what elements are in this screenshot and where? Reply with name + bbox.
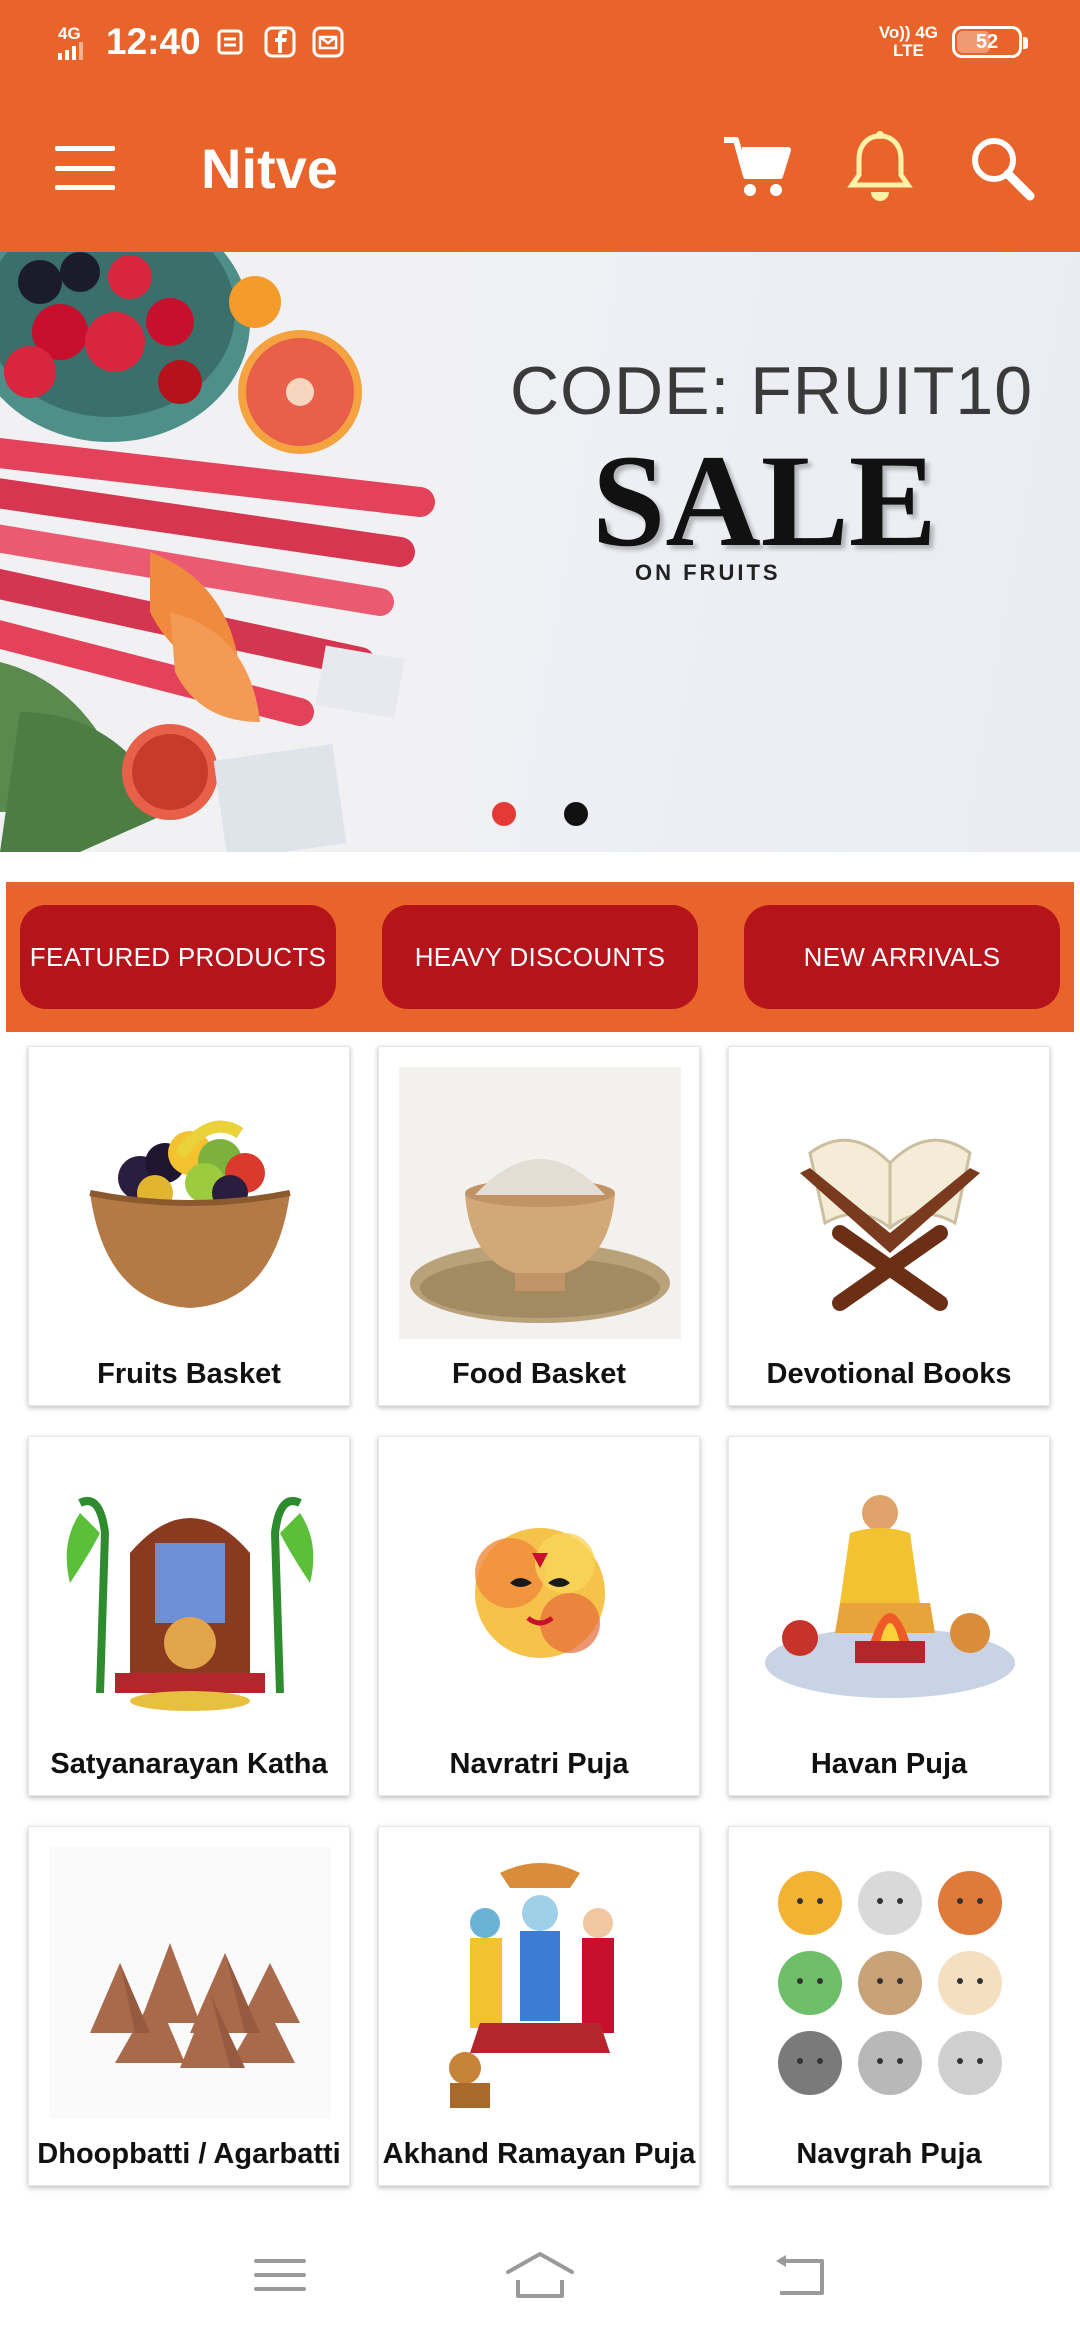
cart-icon[interactable] <box>720 130 796 206</box>
category-card-navratri-puja[interactable]: Navratri Puja <box>378 1436 700 1796</box>
battery-indicator: 52 <box>952 26 1028 58</box>
category-label: Navgrah Puja <box>796 2138 982 2170</box>
volte-indicator: Vo)) 4G LTE <box>879 24 938 60</box>
fruits-vegetables-image <box>0 252 470 852</box>
dhoop-cones-image <box>90 1943 300 2068</box>
hamburger-menu-icon[interactable] <box>55 146 115 190</box>
featured-products-button[interactable]: FEATURED PRODUCTS <box>20 905 336 1009</box>
durga-face-image <box>475 1528 605 1658</box>
category-card-fruits-basket[interactable]: Fruits Basket <box>28 1046 350 1406</box>
category-label: Fruits Basket <box>97 1358 281 1390</box>
flour-bowl-image <box>410 1159 670 1323</box>
carousel-dot[interactable] <box>564 802 588 826</box>
category-card-navgrah-puja[interactable]: Navgrah Puja <box>728 1826 1050 2186</box>
category-label: Devotional Books <box>766 1358 1012 1390</box>
puja-altar-image <box>66 1497 314 1711</box>
new-arrivals-button[interactable]: NEW ARRIVALS <box>744 905 1060 1009</box>
mail-app-icon <box>312 26 344 58</box>
back-icon[interactable] <box>760 2245 840 2305</box>
category-card-food-basket[interactable]: Food Basket <box>378 1046 700 1406</box>
clock: 12:40 <box>106 21 201 62</box>
category-card-devotional-books[interactable]: Devotional Books <box>728 1046 1050 1406</box>
category-card-havan-puja[interactable]: Havan Puja <box>728 1436 1050 1796</box>
signal-indicator: 4G <box>58 25 88 60</box>
status-bar: 4G 12:40 Vo)) 4G LTE 52 <box>0 0 1080 84</box>
data-saver-icon <box>217 29 243 55</box>
home-icon[interactable] <box>500 2245 580 2305</box>
app-bar: Nitve <box>0 84 1080 252</box>
app-title: Nitve <box>201 136 338 200</box>
facebook-icon <box>264 26 296 58</box>
recent-apps-icon[interactable] <box>240 2245 320 2305</box>
carousel-dot[interactable] <box>492 802 516 826</box>
navgrah-planets-image <box>778 1871 1002 2095</box>
notification-bell-icon[interactable] <box>842 130 918 206</box>
promo-subline: ON FRUITS <box>635 560 781 585</box>
network-type: 4G <box>58 23 81 43</box>
promo-headline: SALE <box>592 427 937 574</box>
promo-banner[interactable]: CODE: FRUIT10 SALE ON FRUITS <box>0 252 1080 852</box>
fruit-basket-image <box>89 1120 291 1308</box>
category-label: Dhoopbatti / Agarbatti <box>37 2138 341 2170</box>
category-card-satyanarayan-katha[interactable]: Satyanarayan Katha <box>28 1436 350 1796</box>
lte-label: LTE <box>892 41 924 60</box>
book-stand-image <box>800 1138 980 1311</box>
filter-bar: FEATURED PRODUCTS HEAVY DISCOUNTS NEW AR… <box>6 882 1074 1032</box>
category-label: Havan Puja <box>810 1748 968 1780</box>
search-icon[interactable] <box>964 130 1040 206</box>
ramayan-deities-image <box>449 1863 614 2108</box>
signal-bars-icon <box>58 41 83 60</box>
category-card-akhand-ramayan-puja[interactable]: Akhand Ramayan Puja <box>378 1826 700 2186</box>
category-label: Navratri Puja <box>449 1748 629 1780</box>
battery-percent: 52 <box>975 30 999 53</box>
havan-fire-image <box>765 1495 1015 1698</box>
carousel-indicator <box>0 802 1080 826</box>
volte-label: Vo)) 4G <box>878 23 938 42</box>
category-label: Satyanarayan Katha <box>50 1748 328 1780</box>
category-label: Akhand Ramayan Puja <box>382 2138 696 2170</box>
promo-code: CODE: FRUIT10 <box>510 353 1034 429</box>
system-navigation-bar <box>0 2210 1080 2340</box>
category-label: Food Basket <box>451 1358 627 1390</box>
category-grid: Fruits Basket Food Basket Devotional Boo <box>28 1046 1054 2186</box>
category-card-dhoopbatti[interactable]: Dhoopbatti / Agarbatti <box>28 1826 350 2186</box>
heavy-discounts-button[interactable]: HEAVY DISCOUNTS <box>382 905 698 1009</box>
